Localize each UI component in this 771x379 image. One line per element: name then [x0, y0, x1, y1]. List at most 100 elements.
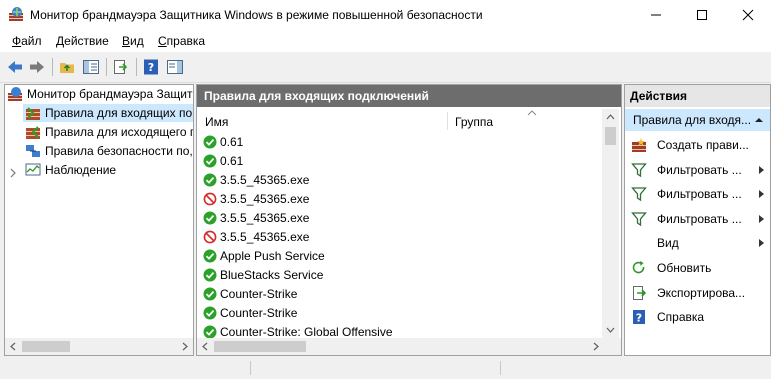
- export-icon: [633, 285, 647, 300]
- rule-row[interactable]: Apple Push Service: [203, 247, 325, 266]
- allow-check-icon: [203, 249, 217, 263]
- allow-check-icon: [203, 154, 217, 168]
- actions-pane: Действия Правила для входя... Создать пр…: [624, 84, 771, 356]
- column-name[interactable]: Имя: [205, 115, 228, 129]
- help-icon: ?: [633, 310, 645, 325]
- column-header: Имя Группа: [197, 110, 601, 131]
- up-folder-button[interactable]: [58, 58, 76, 76]
- action-label: Экспортирова...: [657, 285, 746, 300]
- rule-name: BlueStacks Service: [220, 268, 324, 282]
- minimize-button[interactable]: [633, 0, 679, 30]
- close-button[interactable]: [725, 0, 771, 30]
- action-item[interactable]: Фильтровать ...: [625, 207, 770, 231]
- minimize-icon: [651, 14, 661, 16]
- window-title: Монитор брандмауэра Защитника Windows в …: [30, 8, 483, 22]
- filter-icon: [631, 212, 647, 227]
- rule-row[interactable]: 3.5.5_45365.exe: [203, 190, 309, 209]
- menu-file[interactable]: Файл: [12, 34, 42, 48]
- rule-row[interactable]: 3.5.5_45365.exe: [203, 171, 309, 190]
- block-icon: [203, 192, 217, 206]
- rules-list: 0.61 0.61 3.5.5_45365.exe 3.5.5_45365.exe 3.…: [197, 133, 603, 339]
- allow-check-icon: [203, 306, 217, 320]
- action-pane-icon: [167, 60, 183, 74]
- action-label: Вид: [657, 236, 679, 251]
- submenu-arrow-icon: [759, 165, 764, 174]
- menu-action[interactable]: Действие: [56, 34, 109, 48]
- filter-icon: [631, 187, 647, 202]
- rule-name: 0.61: [220, 135, 244, 149]
- filter-icon: [631, 162, 647, 177]
- rule-name: 3.5.5_45365.exe: [220, 211, 310, 225]
- back-arrow-icon: [8, 61, 22, 73]
- export-list-button[interactable]: [112, 58, 130, 76]
- action-item[interactable]: ? Справка: [625, 305, 770, 329]
- help-icon: ?: [144, 59, 158, 75]
- collapse-up-icon[interactable]: [754, 117, 764, 123]
- rule-row[interactable]: 3.5.5_45365.exe: [203, 228, 309, 247]
- scroll-left-icon[interactable]: [9, 342, 17, 351]
- firewall-app-icon: [8, 6, 24, 22]
- action-item[interactable]: Фильтровать ...: [625, 158, 770, 182]
- rules-horizontal-scrollbar[interactable]: [197, 338, 621, 355]
- rules-vertical-scrollbar[interactable]: [602, 109, 619, 338]
- scroll-thumb[interactable]: [214, 341, 306, 352]
- connection-security-icon: [25, 143, 41, 159]
- rule-row[interactable]: 0.61: [203, 133, 243, 152]
- console-tree: Монитор брандмауэра Защитн Правила для в…: [4, 84, 194, 356]
- rule-name: 3.5.5_45365.exe: [220, 192, 310, 206]
- scroll-right-icon[interactable]: [181, 342, 189, 351]
- tree-item-label: Наблюдение: [45, 163, 117, 177]
- monitoring-icon: [25, 162, 41, 178]
- help-button[interactable]: ?: [142, 58, 160, 76]
- forward-button[interactable]: [28, 58, 46, 76]
- action-item[interactable]: Вид: [625, 231, 770, 255]
- rule-row[interactable]: BlueStacks Service: [203, 266, 323, 285]
- menu-help[interactable]: Справка: [158, 34, 205, 48]
- rule-name: Counter-Strike: [220, 287, 298, 301]
- rule-row[interactable]: Counter-Strike: [203, 285, 297, 304]
- status-segment: [250, 361, 251, 375]
- show-hide-action-pane-button[interactable]: [166, 58, 184, 76]
- folder-up-icon: [60, 63, 74, 73]
- scroll-up-icon[interactable]: [606, 113, 615, 121]
- rule-row[interactable]: 3.5.5_45365.exe: [203, 209, 309, 228]
- left-horizontal-scrollbar[interactable]: [5, 338, 193, 355]
- scroll-thumb[interactable]: [22, 341, 70, 352]
- console-tree-icon: [83, 60, 99, 74]
- show-hide-tree-button[interactable]: [82, 58, 100, 76]
- action-label: Создать прави...: [657, 138, 749, 152]
- menu-view[interactable]: Вид: [122, 34, 144, 48]
- back-button[interactable]: [6, 58, 24, 76]
- action-label: Фильтровать ...: [657, 187, 742, 202]
- action-item[interactable]: Создать прави...: [625, 133, 770, 157]
- rule-row[interactable]: Counter-Strike: [203, 304, 297, 323]
- svg-text:?: ?: [636, 312, 642, 325]
- column-divider[interactable]: [447, 112, 448, 130]
- rule-name: 3.5.5_45365.exe: [220, 173, 310, 187]
- maximize-icon: [697, 10, 707, 20]
- scroll-left-icon[interactable]: [201, 342, 209, 351]
- tree-item-label: Правила для исходящего п: [45, 125, 194, 139]
- actions-section-inbound[interactable]: Правила для входя...: [625, 109, 770, 131]
- expand-chevron-icon[interactable]: [9, 165, 17, 178]
- tree-item-inbound-rules[interactable]: Правила для входящих по: [23, 104, 193, 122]
- column-group[interactable]: Группа: [455, 115, 493, 129]
- tree-root-label: Монитор брандмауэра Защитн: [27, 87, 194, 101]
- allow-check-icon: [203, 173, 217, 187]
- tree-item-label: Правила безопасности по,: [45, 144, 193, 158]
- action-item[interactable]: Экспортирова...: [625, 281, 770, 305]
- allow-check-icon: [203, 135, 217, 149]
- scroll-right-icon[interactable]: [592, 342, 600, 351]
- allow-check-icon: [203, 287, 217, 301]
- scroll-thumb[interactable]: [605, 127, 616, 145]
- rule-row[interactable]: 0.61: [203, 152, 243, 171]
- rule-name: Apple Push Service: [220, 249, 325, 263]
- maximize-button[interactable]: [679, 0, 725, 30]
- action-item[interactable]: Фильтровать ...: [625, 182, 770, 206]
- actions-header: Действия: [625, 85, 770, 107]
- actions-section-label: Правила для входя...: [633, 113, 752, 127]
- scroll-down-icon[interactable]: [606, 326, 615, 334]
- action-item[interactable]: Обновить: [625, 256, 770, 280]
- menu-bar: Файл Действие Вид Справка: [0, 30, 771, 52]
- toolbar-separator: [106, 58, 107, 76]
